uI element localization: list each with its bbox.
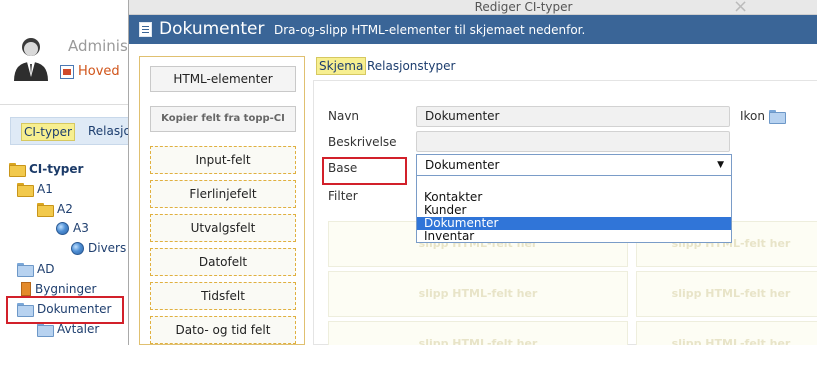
tree-item-label: Divers (88, 241, 127, 255)
schema-tab-bar: Skjema Relasjonstyper (313, 56, 817, 78)
base-select[interactable]: Dokumenter ▼ (416, 154, 732, 176)
tree-item-a1[interactable]: A1 (17, 182, 53, 197)
globe-icon (71, 241, 84, 255)
description-label: Beskrivelse (328, 135, 397, 149)
dialog-titlebar[interactable]: Rediger CI-typer × (129, 0, 817, 16)
building-icon (21, 282, 31, 296)
divider (0, 104, 135, 105)
tree-item-a3[interactable]: A3 (56, 221, 89, 235)
folder-open-icon (17, 183, 34, 197)
edit-ci-types-dialog: Rediger CI-typer × Dokumenter Dra-og-sli… (128, 0, 817, 345)
folder-icon (17, 263, 34, 277)
tree-item-label: A1 (37, 182, 53, 196)
tree-item-label: A3 (73, 221, 89, 235)
tab-relations[interactable]: Relasjo (88, 124, 131, 138)
drop-zone[interactable]: slipp HTML-felt her (328, 321, 628, 345)
dialog-window-title: Rediger CI-typer (474, 0, 573, 14)
name-label: Navn (328, 109, 360, 123)
tree-item-label: AD (37, 262, 55, 276)
admin-name: Adminis (68, 37, 128, 55)
tab-relation-types[interactable]: Relasjonstyper (367, 59, 455, 73)
tree-item-label: Avtaler (57, 322, 100, 336)
palette-multiline-field[interactable]: Flerlinjefelt (150, 180, 296, 208)
palette-date-field[interactable]: Datofelt (150, 248, 296, 276)
schema-panel: Navn Dokumenter Ikon Beskrivelse Base Do… (313, 80, 817, 345)
dropdown-arrow-icon: ▼ (717, 160, 724, 170)
home-icon (60, 64, 74, 79)
dropdown-option[interactable]: Inventar (417, 230, 731, 243)
dialog-hint: Dra-og-slipp HTML-elementer til skjemaet… (274, 23, 586, 37)
avatar (14, 38, 48, 81)
base-select-value: Dokumenter (425, 158, 500, 172)
tree-item-ci-types[interactable]: CI-typer (9, 162, 84, 177)
highlight-box-dokumenter (6, 296, 124, 324)
tree-item-divers[interactable]: Divers (71, 241, 126, 255)
folder-open-icon (9, 163, 26, 177)
drop-zone[interactable]: slipp HTML-felt her (636, 271, 817, 317)
home-link-label: Hoved (78, 64, 120, 79)
palette-select-field[interactable]: Utvalgsfelt (150, 214, 296, 242)
tree-item-label: A2 (57, 202, 73, 216)
folder-icon (37, 323, 54, 337)
dialog-header: Dokumenter Dra-og-slipp HTML-elementer t… (129, 15, 817, 44)
html-elements-button[interactable]: HTML-elementer (150, 66, 296, 92)
icon-picker[interactable]: Ikon (740, 109, 787, 124)
tab-schema[interactable]: Skjema (316, 57, 367, 75)
home-link[interactable]: Hoved (60, 64, 120, 79)
highlight-box-base (322, 157, 407, 185)
globe-icon (56, 221, 69, 235)
tree-item-a2[interactable]: A2 (37, 202, 73, 217)
tree-item-ad[interactable]: AD (17, 262, 55, 277)
copy-fields-button[interactable]: Kopier felt fra topp-CI (150, 106, 296, 132)
tree-item-label: CI-typer (29, 162, 84, 176)
document-icon (139, 22, 152, 37)
html-element-palette: HTML-elementer Kopier felt fra topp-CI I… (139, 56, 305, 345)
dialog-heading: Dokumenter (159, 19, 265, 39)
palette-input-field[interactable]: Input-felt (150, 146, 296, 174)
palette-time-field[interactable]: Tidsfelt (150, 282, 296, 310)
tab-ci-types[interactable]: CI-typer (21, 123, 75, 141)
tree-item-bygninger[interactable]: Bygninger (21, 282, 96, 296)
description-field[interactable] (416, 131, 730, 152)
folder-open-icon (769, 110, 787, 124)
icon-label: Ikon (740, 109, 766, 123)
tree-item-avtaler[interactable]: Avtaler (37, 322, 100, 337)
drop-zone[interactable]: slipp HTML-felt her (636, 321, 817, 345)
filter-label: Filter (328, 189, 358, 203)
drop-zone[interactable]: slipp HTML-felt her (328, 271, 628, 317)
background-tab-bar: CI-typer Relasjo (10, 117, 135, 145)
base-dropdown-list: Kontakter Kunder Dokumenter Inventar (416, 176, 732, 243)
background-app: Adminis Hoved CI-typer Relasjo CI-typer … (0, 0, 135, 345)
name-field[interactable]: Dokumenter (416, 106, 730, 127)
tree-item-label: Bygninger (35, 282, 97, 296)
close-icon[interactable]: × (733, 0, 748, 16)
palette-datetime-field[interactable]: Dato- og tid felt (150, 316, 296, 344)
folder-open-icon (37, 203, 54, 217)
